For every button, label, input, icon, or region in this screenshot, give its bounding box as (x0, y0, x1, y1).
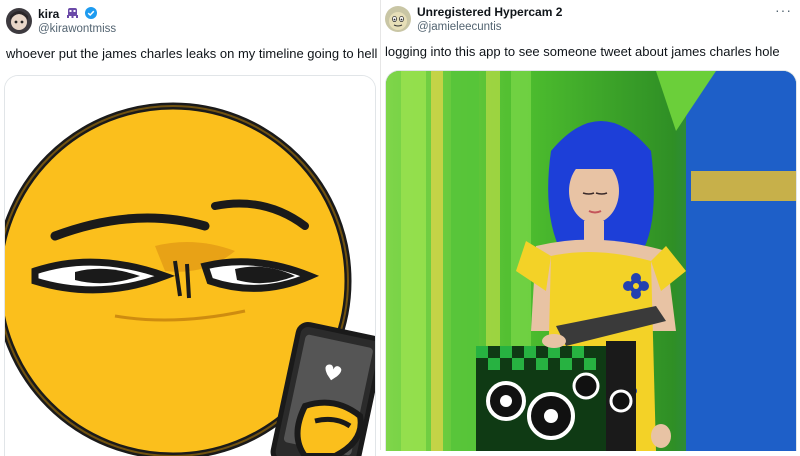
verified-badge-icon (85, 7, 98, 22)
more-dots-icon[interactable]: ··· (775, 2, 792, 18)
display-name[interactable]: kira (38, 7, 98, 22)
tweet-text: whoever put the james charles leaks on m… (6, 46, 378, 61)
alien-monster-emoji-icon (66, 7, 79, 22)
handle[interactable]: @jamieleecuntis (417, 21, 502, 33)
anime-avatar-icon (6, 8, 32, 34)
tweet-media[interactable] (385, 70, 797, 451)
tweet-text: logging into this app to see someone twe… (385, 44, 780, 59)
left-tweet[interactable]: kira @kirawontmiss whoever put the james… (0, 0, 380, 456)
avatar[interactable] (6, 8, 32, 34)
display-name[interactable]: Unregistered Hypercam 2 (417, 5, 562, 19)
yellow-emoji-face-holding-phone-image (5, 76, 375, 456)
meme-face-avatar-icon (385, 6, 411, 32)
right-tweet[interactable]: Unregistered Hypercam 2 @jamieleecuntis … (381, 0, 800, 451)
avatar[interactable] (385, 6, 411, 32)
handle[interactable]: @kirawontmiss (38, 23, 116, 35)
stage-performer-blue-wig-image (386, 71, 796, 451)
display-name-text: kira (38, 7, 60, 21)
tweet-media[interactable] (4, 75, 376, 456)
